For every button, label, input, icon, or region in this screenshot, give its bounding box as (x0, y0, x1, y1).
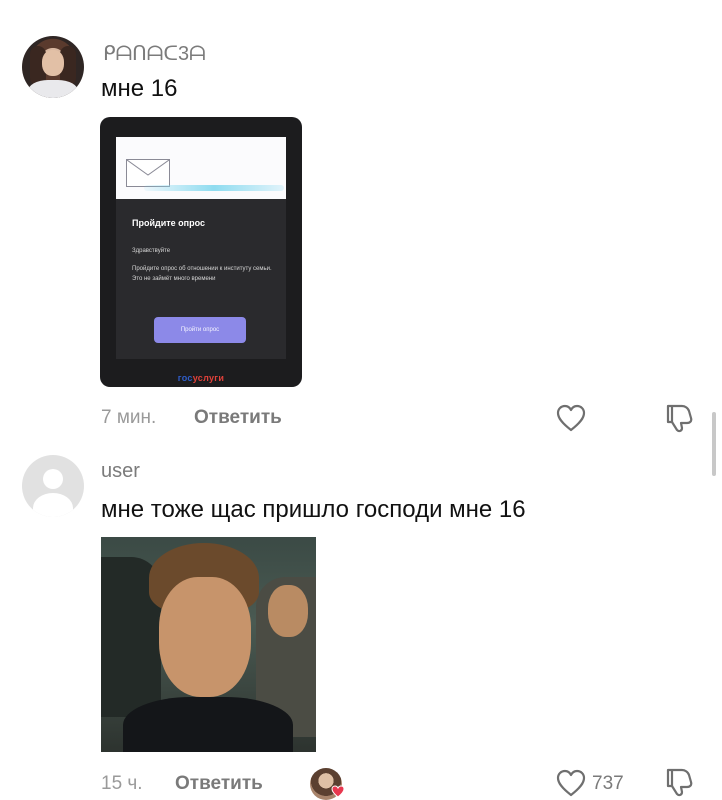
survey-greeting: Здравствуйте (132, 248, 171, 254)
comment-attachment-image[interactable] (101, 537, 316, 752)
dislike-icon[interactable] (664, 402, 694, 434)
survey-button: Пройти опрос (154, 317, 246, 343)
avatar[interactable] (22, 36, 84, 98)
envelope-icon (126, 159, 170, 187)
comment-timestamp: 15 ч. (101, 773, 143, 794)
survey-body: Пройдите опрос об отношении к институту … (132, 266, 272, 282)
comment-username[interactable]: ᑭᗩᑎᗩᑕ3ᗩ (103, 41, 206, 66)
like-count: 737 (592, 773, 624, 794)
reply-button[interactable]: Ответить (194, 407, 282, 429)
like-heart-icon[interactable] (556, 404, 586, 432)
survey-title: Пройдите опрос (132, 218, 205, 228)
scrollbar[interactable] (712, 412, 716, 476)
comment-attachment-image[interactable]: Пройдите опрос Здравствуйте Пройдите опр… (100, 117, 302, 387)
comment-timestamp: 7 мин. (101, 407, 157, 428)
reply-button[interactable]: Ответить (175, 773, 263, 795)
comment-text: мне 16 (101, 75, 178, 102)
like-heart-icon[interactable] (556, 769, 586, 797)
creator-heart-icon (331, 785, 345, 798)
avatar[interactable] (22, 455, 84, 517)
dislike-icon[interactable] (664, 766, 694, 798)
gosuslugi-logo: госуслуги (177, 373, 225, 383)
comment-username[interactable]: user (101, 460, 140, 483)
comment-text: мне тоже щас пришло господи мне 16 (101, 496, 526, 523)
